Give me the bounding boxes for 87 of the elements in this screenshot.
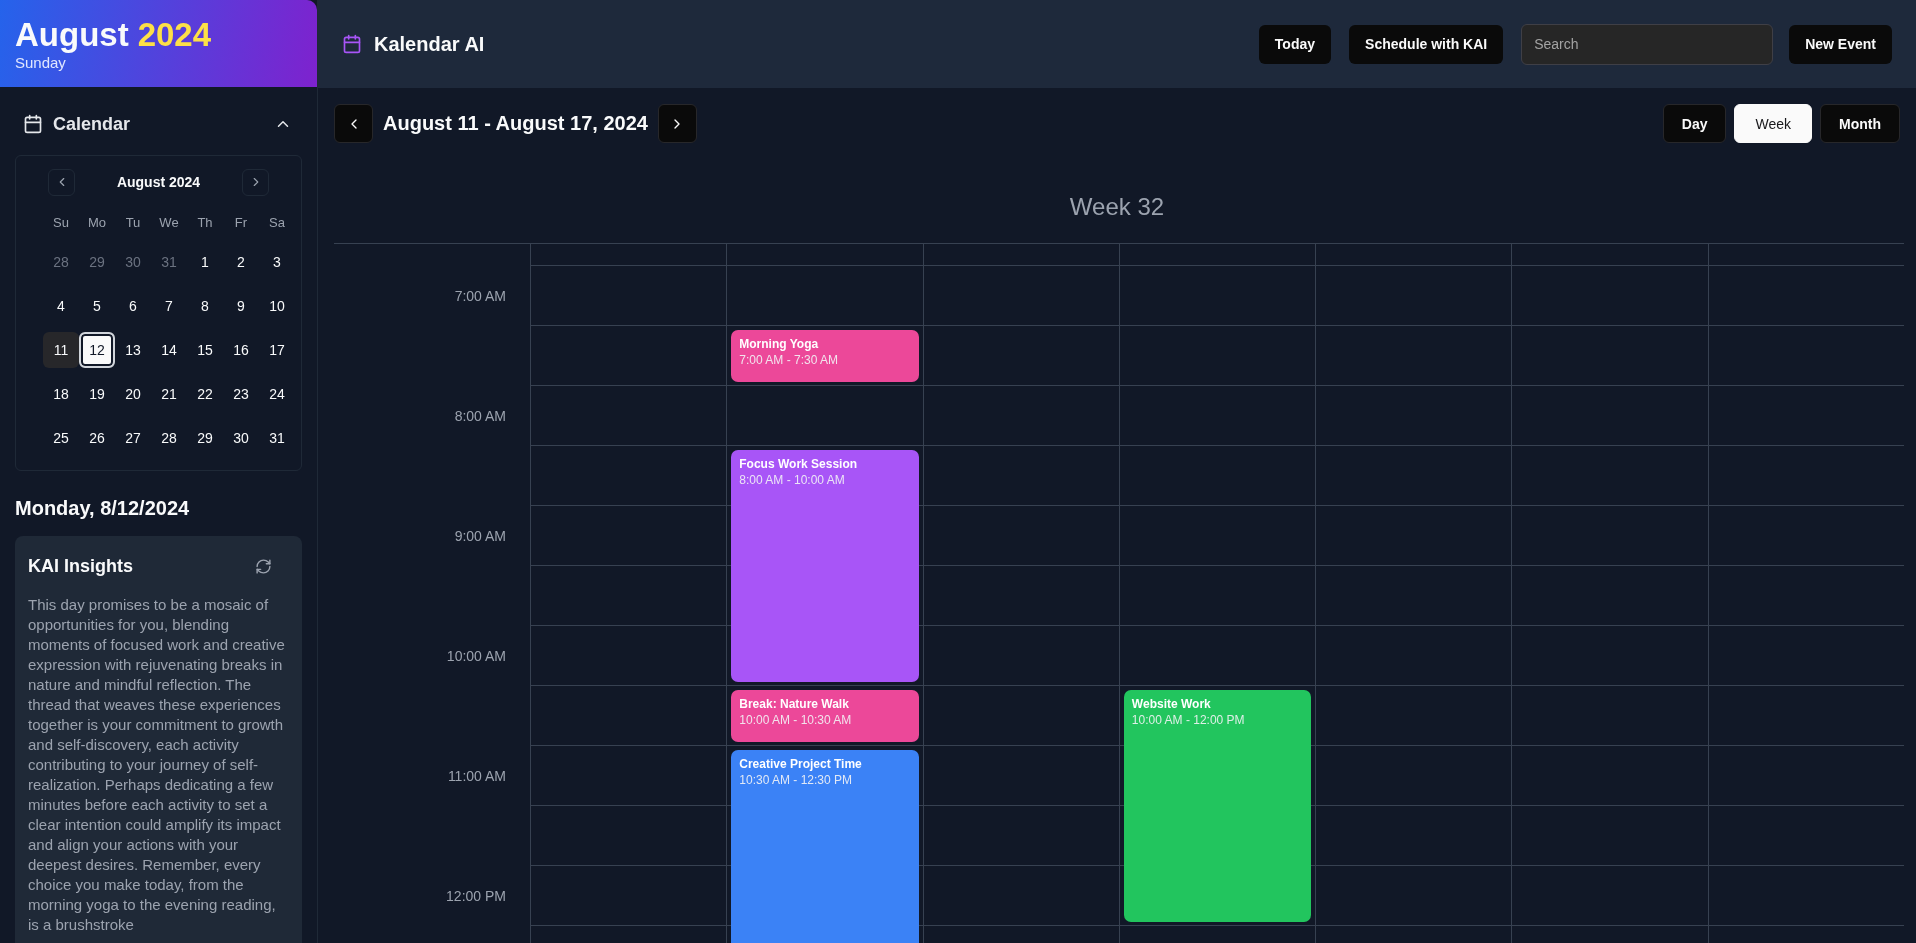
event-title: Creative Project Time (739, 757, 863, 771)
calendar-day[interactable]: 11 (43, 332, 79, 368)
weekday-label: We (158, 213, 180, 232)
event-card[interactable]: Creative Project Time 10:30 AM - 12:30 PM (731, 750, 919, 943)
event-title: Morning Yoga (739, 337, 820, 351)
calendar-day[interactable]: 30 (223, 420, 259, 456)
header-button[interactable]: Schedule with KAI (1349, 24, 1504, 64)
refresh-icon[interactable] (255, 558, 272, 575)
calendar-day[interactable]: 24 (259, 376, 295, 412)
weekday-label: Fr (233, 213, 249, 232)
event-title: Website Work (1131, 697, 1212, 711)
new-event-button[interactable]: New Event (1789, 24, 1892, 64)
mini-calendar-title: August 2024 (116, 174, 201, 190)
event-time: 10:00 AM - 10:30 AM (739, 713, 853, 727)
event-time: 7:00 AM - 7:30 AM (739, 353, 839, 367)
event-title: Focus Work Session (739, 457, 859, 471)
time-label: 8:00 AM (454, 408, 506, 424)
calendar-day[interactable]: 22 (187, 376, 223, 412)
event-time: 8:00 AM - 10:00 AM (739, 473, 846, 487)
calendar-day[interactable]: 13 (115, 332, 151, 368)
calendar-day[interactable]: 27 (115, 420, 151, 456)
banner-year: 2024 (137, 16, 212, 54)
calendar-day[interactable]: 15 (187, 332, 223, 368)
calendar-day[interactable]: 29 (79, 244, 115, 280)
calendar-day[interactable]: 6 (115, 288, 151, 324)
calendar-day[interactable]: 5 (79, 288, 115, 324)
calendar-day[interactable]: 21 (151, 376, 187, 412)
calendar-day[interactable]: 8 (187, 288, 223, 324)
insights-text: This day promises to be a mosaic of opportunities for you, blending moments of focused work and creative expression with rejuvenating breaks in nature and mindful reflection. The thread that weaves these experiences together is your commitment to growth and self-discovery, each activity contributing to your journey of self-realization. Perhaps dedicating a few minutes before each activity to set a clear intention could amplify its impact and align your actions with your deepest desires. Remember, every choice you make today, from the morning yoga to the evening reading, is a brushstroke (28, 595, 286, 935)
header-button[interactable]: Today (1258, 24, 1332, 64)
event-card[interactable]: Morning Yoga 7:00 AM - 7:30 AM (731, 330, 919, 382)
weekday-label: Mo (86, 213, 108, 232)
view-tab[interactable]: Month (1820, 104, 1900, 143)
event-card[interactable]: Break: Nature Walk 10:00 AM - 10:30 AM (731, 690, 919, 742)
calendar-day[interactable]: 9 (223, 288, 259, 324)
calendar-day[interactable]: 14 (151, 332, 187, 368)
calendar-day[interactable]: 10 (259, 288, 295, 324)
time-label: 7:00 AM (454, 288, 506, 304)
calendar-day[interactable]: 16 (223, 332, 259, 368)
time-label: 12:00 PM (446, 888, 506, 904)
app-name: Kalendar AI (374, 32, 485, 56)
calendar-day[interactable]: 3 (259, 244, 295, 280)
next-week-button[interactable] (657, 104, 697, 143)
weekday-label: Su (52, 213, 70, 232)
previous-month-button[interactable] (48, 168, 75, 196)
calendar-day[interactable]: 7 (151, 288, 187, 324)
calendar-day[interactable]: 18 (43, 376, 79, 412)
insights-title: KAI Insights (28, 556, 133, 577)
calendar-day[interactable]: 23 (223, 376, 259, 412)
event-title: Break: Nature Walk (739, 697, 850, 711)
calendar-day[interactable]: 19 (79, 376, 115, 412)
calendar-icon (23, 114, 43, 134)
banner-weekday: Sunday (15, 54, 67, 71)
calendar-day[interactable]: 28 (151, 420, 187, 456)
selected-date-heading: Monday, 8/12/2024 (15, 497, 191, 520)
section-title: Calendar (53, 113, 131, 135)
view-tab[interactable]: Day (1662, 104, 1727, 143)
date-range: August 11 - August 17, 2024 (383, 112, 648, 135)
weekday-label: Tu (124, 213, 142, 232)
event-time: 10:30 AM - 12:30 PM (739, 773, 853, 787)
calendar-day[interactable]: 1 (187, 244, 223, 280)
event-time: 10:00 AM - 12:00 PM (1131, 713, 1246, 727)
calendar-icon (342, 34, 362, 54)
previous-week-button[interactable] (334, 104, 373, 143)
calendar-day[interactable]: 29 (187, 420, 223, 456)
time-label: 11:00 AM (447, 768, 506, 784)
time-label: 9:00 AM (454, 528, 506, 544)
calendar-day[interactable]: 26 (79, 420, 115, 456)
banner-month: August (15, 16, 129, 54)
calendar-day[interactable]: 12 (79, 332, 115, 368)
week-title: Week 32 (1068, 193, 1166, 222)
calendar-day[interactable]: 2 (223, 244, 259, 280)
calendar-day[interactable]: 31 (259, 420, 295, 456)
calendar-day[interactable]: 4 (43, 288, 79, 324)
calendar-day[interactable]: 17 (259, 332, 295, 368)
search-field[interactable]: Search (1521, 23, 1774, 65)
next-month-button[interactable] (242, 168, 269, 196)
calendar-day[interactable]: 28 (43, 244, 79, 280)
weekday-label: Sa (268, 213, 286, 232)
calendar-day[interactable]: 25 (43, 420, 79, 456)
time-label: 10:00 AM (446, 648, 506, 664)
view-tab[interactable]: Week (1734, 104, 1812, 143)
event-card[interactable]: Focus Work Session 8:00 AM - 10:00 AM (731, 450, 919, 682)
calendar-day[interactable]: 30 (115, 244, 151, 280)
calendar-day[interactable]: 20 (115, 376, 151, 412)
weekday-label: Th (196, 213, 214, 232)
calendar-day[interactable]: 31 (151, 244, 187, 280)
